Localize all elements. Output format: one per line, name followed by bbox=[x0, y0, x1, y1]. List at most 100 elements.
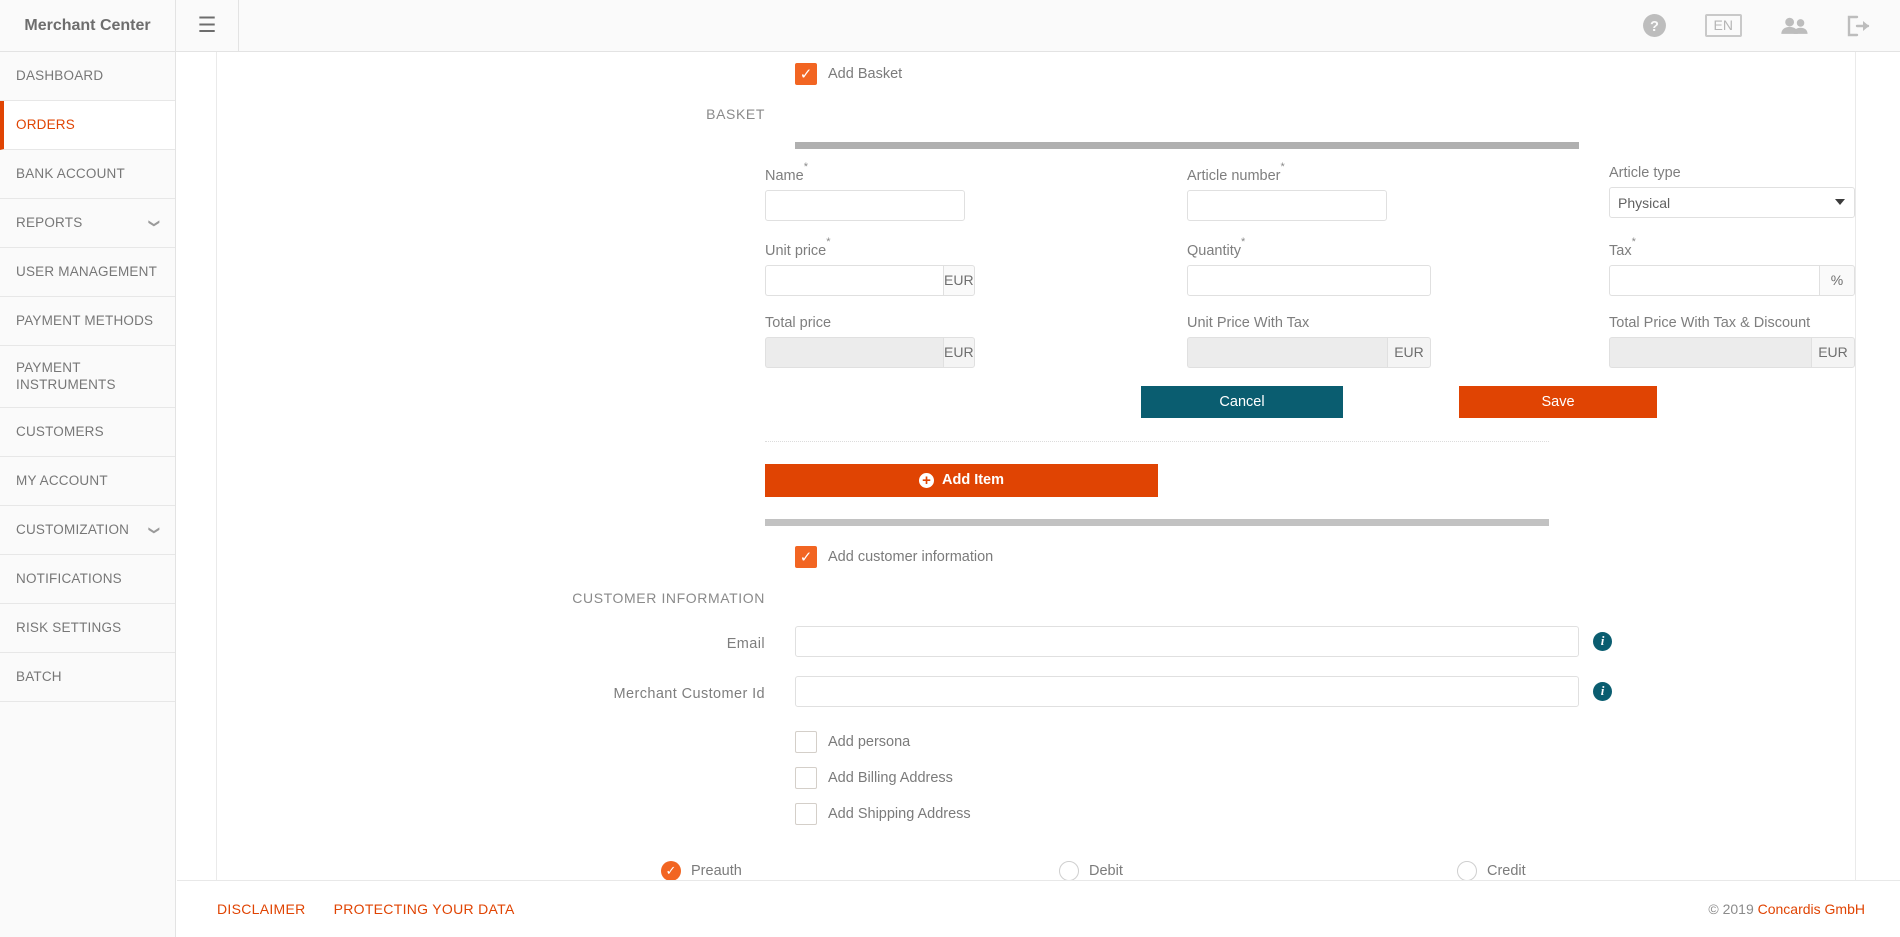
checkbox-empty-icon bbox=[795, 766, 817, 789]
article-type-select[interactable]: PhysicalDigitalShipmentDiscount bbox=[1609, 187, 1855, 218]
sidebar-item-bank-account[interactable]: BANK ACCOUNT bbox=[0, 150, 175, 199]
radio-preauth[interactable]: ✓ Preauth bbox=[661, 860, 1059, 880]
grid-gap-6 bbox=[1459, 304, 1609, 368]
radio-empty-icon bbox=[1059, 860, 1079, 880]
add-customer-information-checkbox[interactable]: ✓ Add customer information bbox=[795, 545, 1855, 568]
add-customer-information-label: Add customer information bbox=[828, 548, 994, 565]
help-circle-icon[interactable]: ? bbox=[1642, 13, 1667, 38]
sidebar-item-label: PAYMENT METHODS bbox=[16, 312, 154, 328]
radio-credit[interactable]: Credit bbox=[1457, 860, 1855, 880]
total-price-combo: EUR bbox=[765, 336, 975, 368]
add-basket-checkbox[interactable]: ✓ Add Basket bbox=[795, 63, 1855, 85]
sidebar-item-customers[interactable]: CUSTOMERS bbox=[0, 408, 175, 457]
logout-icon[interactable] bbox=[1846, 15, 1870, 37]
rule-holder bbox=[795, 142, 1855, 149]
main-content: ✓ Add Basket BASKET Name* Article number… bbox=[177, 52, 1900, 880]
sidebar-item-risk-settings[interactable]: RISK SETTINGS bbox=[0, 604, 175, 653]
sidebar: DASHBOARD ORDERS BANK ACCOUNT REPORTS ❯ USER … bbox=[0, 52, 176, 937]
info-icon[interactable]: i bbox=[1593, 681, 1612, 701]
sidebar-item-customization[interactable]: CUSTOMIZATION ❯ bbox=[0, 506, 175, 555]
sidebar-item-label: USER MANAGEMENT bbox=[16, 263, 158, 279]
footer-link-protecting-your-data[interactable]: PROTECTING YOUR DATA bbox=[334, 901, 515, 917]
add-item-label: Add Item bbox=[941, 472, 1005, 489]
merchant-customer-id-input[interactable] bbox=[795, 675, 1579, 707]
chevron-down-icon[interactable]: ❯ bbox=[148, 218, 161, 227]
total-price-with-tax-discount-input bbox=[1609, 336, 1811, 368]
total-price-field-group: Total price EUR bbox=[765, 315, 1037, 368]
quantity-input[interactable] bbox=[1187, 264, 1431, 296]
basket-actions: Cancel Save bbox=[1141, 385, 1855, 418]
sidebar-item-label: CUSTOMERS bbox=[16, 423, 104, 439]
sidebar-item-label: BANK ACCOUNT bbox=[16, 165, 125, 181]
top-bar: Merchant Center ☰ ? EN bbox=[0, 0, 1900, 52]
sidebar-item-dashboard[interactable]: DASHBOARD bbox=[0, 52, 175, 101]
sidebar-item-label: MY ACCOUNT bbox=[16, 472, 108, 488]
email-input[interactable] bbox=[795, 625, 1579, 657]
footer-link-disclaimer[interactable]: DISCLAIMER bbox=[217, 901, 306, 917]
payment-option-field: ✓ Preauth Debit Credit bbox=[661, 860, 1855, 880]
top-bar-actions: ? EN bbox=[1642, 0, 1900, 51]
company-name: Concardis GmbH bbox=[1757, 901, 1865, 917]
unit-price-currency: EUR bbox=[943, 264, 975, 296]
checkbox-add-persona[interactable]: Add persona bbox=[795, 730, 1855, 753]
radio-label: Credit bbox=[1487, 862, 1526, 879]
name-label: Name* bbox=[765, 161, 808, 184]
sidebar-item-label: RISK SETTINGS bbox=[16, 619, 122, 635]
sidebar-item-my-account[interactable]: MY ACCOUNT bbox=[0, 457, 175, 506]
article-number-input[interactable] bbox=[1187, 189, 1387, 221]
name-field-group: Name* bbox=[765, 161, 1037, 221]
footer-links: DISCLAIMER PROTECTING YOUR DATA bbox=[217, 901, 515, 917]
grid-gap-4 bbox=[1459, 229, 1609, 296]
top-bar-spacer bbox=[239, 0, 1642, 51]
add-item-button[interactable]: + Add Item bbox=[765, 463, 1158, 497]
users-icon[interactable] bbox=[1780, 15, 1808, 37]
unit-price-label: Unit price* bbox=[765, 235, 831, 259]
save-button[interactable]: Save bbox=[1459, 385, 1657, 418]
email-field-wrap: i bbox=[795, 625, 1855, 657]
total-price-with-tax-discount-currency: EUR bbox=[1811, 336, 1855, 368]
merchant-customer-id-label: Merchant Customer Id bbox=[613, 686, 765, 703]
basket-form-row: Name* Article number* Article type Physi… bbox=[217, 161, 1855, 526]
total-price-with-tax-discount-label: Total Price With Tax & Discount bbox=[1609, 314, 1811, 331]
unit-price-with-tax-combo: EUR bbox=[1187, 336, 1431, 368]
radio-selected-icon: ✓ bbox=[661, 860, 681, 880]
chevron-down-icon[interactable]: ❯ bbox=[148, 525, 161, 534]
article-type-label: Article type bbox=[1609, 165, 1681, 181]
unit-price-input[interactable] bbox=[765, 264, 943, 296]
language-selector[interactable]: EN bbox=[1704, 13, 1742, 38]
sidebar-item-payment-instruments[interactable]: PAYMENT INSTRUMENTS bbox=[0, 346, 175, 408]
sidebar-item-user-management[interactable]: USER MANAGEMENT bbox=[0, 248, 175, 297]
customer-section-row: CUSTOMER INFORMATION bbox=[217, 590, 1855, 606]
total-price-with-tax-discount-field-group: Total Price With Tax & Discount EUR bbox=[1609, 315, 1855, 368]
info-icon[interactable]: i bbox=[1593, 631, 1612, 651]
add-basket-label: Add Basket bbox=[828, 66, 903, 82]
unit-price-with-tax-input bbox=[1187, 336, 1387, 368]
radio-debit[interactable]: Debit bbox=[1059, 860, 1457, 880]
hamburger-icon[interactable]: ☰ bbox=[176, 0, 239, 51]
basket-section-row: BASKET bbox=[217, 106, 1855, 122]
add-basket-row: ✓ Add Basket bbox=[217, 63, 1855, 85]
payment-option-row: ✓ Preauth Debit Credit bbox=[217, 860, 1855, 880]
sidebar-item-label: ORDERS bbox=[16, 116, 75, 132]
checkbox-add-shipping-address[interactable]: Add Shipping Address bbox=[795, 802, 1855, 825]
checkbox-add-billing-address[interactable]: Add Billing Address bbox=[795, 766, 1855, 789]
sidebar-item-batch[interactable]: BATCH bbox=[0, 653, 175, 702]
sidebar-item-label: NOTIFICATIONS bbox=[16, 570, 122, 586]
tax-combo: % bbox=[1609, 264, 1855, 296]
sidebar-item-payment-methods[interactable]: PAYMENT METHODS bbox=[0, 297, 175, 346]
grid-gap-3 bbox=[1037, 229, 1187, 296]
checkbox-check-icon: ✓ bbox=[795, 63, 817, 85]
radio-label: Debit bbox=[1089, 862, 1123, 879]
article-number-field-group: Article number* bbox=[1187, 161, 1459, 221]
sidebar-item-orders[interactable]: ORDERS bbox=[0, 101, 175, 150]
sidebar-item-reports[interactable]: REPORTS ❯ bbox=[0, 199, 175, 248]
customer-checkbox-row: Add persona Add Billing Address Add Shippi… bbox=[217, 730, 1855, 839]
total-price-currency: EUR bbox=[943, 336, 975, 368]
total-price-input bbox=[765, 336, 943, 368]
tax-input[interactable] bbox=[1609, 264, 1819, 296]
sidebar-item-notifications[interactable]: NOTIFICATIONS bbox=[0, 555, 175, 604]
checkbox-label: Add Billing Address bbox=[828, 769, 953, 786]
name-input[interactable] bbox=[765, 189, 965, 221]
footer: DISCLAIMER PROTECTING YOUR DATA © 2019 Co… bbox=[177, 880, 1900, 937]
cancel-button[interactable]: Cancel bbox=[1141, 385, 1343, 418]
